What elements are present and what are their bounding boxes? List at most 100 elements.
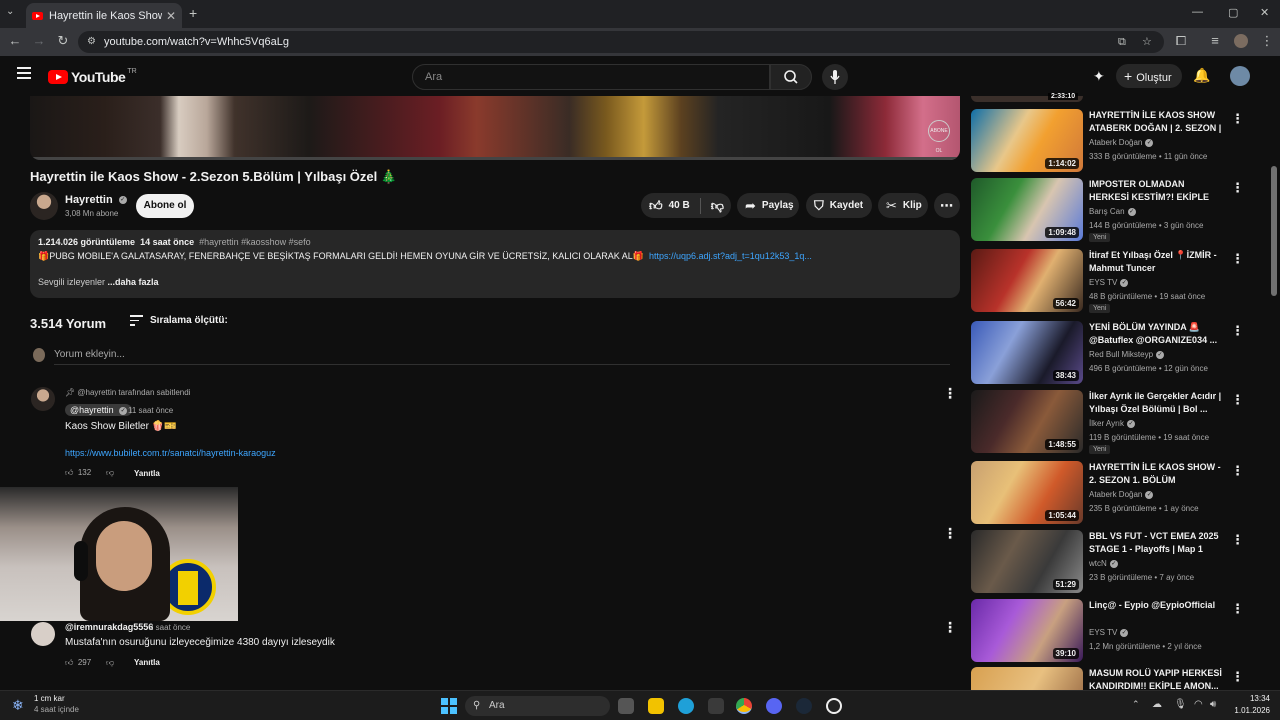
hamburger-menu-icon[interactable] <box>17 67 31 79</box>
video-menu-icon[interactable]: ⋮ <box>1231 669 1244 685</box>
video-thumbnail[interactable]: 1:05:44 <box>971 461 1083 524</box>
recommended-video[interactable]: 51:29 BBL VS FUT - VCT EMEA 2025 STAGE 1… <box>971 530 1255 594</box>
comment-like-button[interactable]: 👍︎ 297 <box>65 658 91 668</box>
notifications-bell-icon[interactable]: 🔔 <box>1193 67 1210 84</box>
comment-link[interactable]: https://www.bubilet.com.tr/sanatci/hayre… <box>65 448 276 458</box>
video-menu-icon[interactable]: ⋮ <box>1231 463 1244 479</box>
channel-name[interactable]: EYS TV ✓ <box>1089 628 1129 637</box>
profile-avatar[interactable] <box>1234 34 1248 48</box>
video-menu-icon[interactable]: ⋮ <box>1231 323 1244 339</box>
video-thumbnail[interactable]: 38:43 <box>971 321 1083 384</box>
recommended-video[interactable]: 1:48:55 İlker Ayrık ile Gerçekler Acıdır… <box>971 390 1255 454</box>
youtube-logo[interactable]: YouTube TR <box>48 68 137 85</box>
video-thumbnail[interactable]: 56:42 <box>971 249 1083 312</box>
file-explorer-icon[interactable] <box>648 698 664 714</box>
video-title[interactable]: HAYRETTİN İLE KAOS SHOW ATABERK DOĞAN | … <box>1089 109 1223 135</box>
video-thumbnail[interactable]: 1:48:55 <box>971 390 1083 453</box>
comment-avatar[interactable] <box>31 622 55 646</box>
windows-start-icon[interactable] <box>441 698 457 714</box>
channel-name[interactable]: Red Bull Mikstеyp ✓ <box>1089 350 1165 359</box>
video-title[interactable]: YENİ BÖLÜM YAYINDA 🚨 @Batuflex @ORGANIZE… <box>1089 321 1223 347</box>
show-more-link[interactable]: ...daha fazla <box>108 277 159 287</box>
edge-icon[interactable] <box>678 698 694 714</box>
video-menu-icon[interactable]: ⋮ <box>1231 180 1244 196</box>
channel-name[interactable]: Ataberk Doğan ✓ <box>1089 490 1154 499</box>
channel-name[interactable]: İlker Ayrık ✓ <box>1089 419 1135 428</box>
player-progress-bar[interactable] <box>30 157 960 160</box>
add-comment-input[interactable]: Yorum ekleyin... <box>54 349 125 360</box>
comment-avatar[interactable] <box>31 387 55 411</box>
channel-name[interactable]: Ataberk Doğan ✓ <box>1089 138 1154 147</box>
video-player[interactable]: ABONE OL <box>30 96 960 160</box>
channel-name[interactable]: Hayrettin ✓ <box>65 194 127 206</box>
recommended-video[interactable]: 39:10 Linç@ - Eypio @EypioOfficial EYS T… <box>971 599 1255 663</box>
share-button[interactable]: ➦ Paylaş <box>737 193 799 218</box>
sort-button[interactable]: Sıralama ölçütü: <box>150 315 228 326</box>
weather-temp[interactable]: 1 cm kar <box>34 694 65 703</box>
close-window-icon[interactable]: ✕ <box>1260 6 1269 19</box>
comment-menu-icon[interactable]: ⋮ <box>943 525 957 542</box>
voice-search-button[interactable] <box>822 64 848 90</box>
show-hidden-icons-icon[interactable]: ⌃ <box>1132 699 1140 710</box>
more-menu-icon[interactable]: ⋮ <box>1258 33 1276 49</box>
tab-list-icon[interactable]: ⌄ <box>6 6 14 17</box>
network-icon[interactable]: ☁ <box>1152 699 1162 710</box>
chrome-icon[interactable] <box>736 698 752 714</box>
taskbar-search[interactable]: ⚲ Ara <box>465 696 610 716</box>
comment-dislike-icon[interactable]: 👎︎ <box>106 658 114 668</box>
bookmark-star-icon[interactable]: ☆ <box>1142 31 1152 53</box>
description-box[interactable]: 1.214.026 görüntüleme 14 saat önce #hayr… <box>30 230 960 298</box>
volume-icon[interactable]: 🔊︎ <box>1210 699 1216 710</box>
channel-avatar[interactable] <box>30 192 58 220</box>
minimize-icon[interactable]: — <box>1192 6 1203 18</box>
gemini-icon[interactable]: ✦ <box>1093 68 1105 85</box>
steam-icon[interactable] <box>796 698 812 714</box>
extensions-icon[interactable]: ⧠ <box>1172 33 1190 49</box>
comment-like-button[interactable]: 👍︎ 132 <box>65 468 91 478</box>
weather-snow-icon[interactable]: ❄ <box>12 697 24 714</box>
site-info-icon[interactable]: ⚙ <box>87 31 96 53</box>
video-title[interactable]: IMPOSTER OLMADAN HERKESİ KESTİM?! EKİPLE… <box>1089 178 1223 204</box>
video-menu-icon[interactable]: ⋮ <box>1231 111 1244 127</box>
account-avatar[interactable] <box>1230 66 1250 86</box>
video-thumbnail[interactable]: 1:09:48 <box>971 178 1083 241</box>
obs-icon[interactable] <box>826 698 842 714</box>
install-app-icon[interactable]: ⧉ <box>1118 31 1126 53</box>
video-thumbnail[interactable]: 51:29 <box>971 530 1083 593</box>
recommended-video[interactable]: 1:09:48 IMPOSTER OLMADAN HERKESİ KESTİM?… <box>971 178 1255 242</box>
channel-name[interactable]: Barış Can ✓ <box>1089 207 1136 216</box>
recommended-video[interactable]: 38:43 YENİ BÖLÜM YAYINDA 🚨 @Batuflex @OR… <box>971 321 1255 385</box>
address-bar[interactable]: ⚙ youtube.com/watch?v=Whhc5Vq6aLg ⧉ ☆ <box>78 31 1164 53</box>
dislike-icon[interactable]: 👎︎ <box>711 193 724 218</box>
video-title[interactable]: MASUM ROLÜ YAPIP HERKESİ KANDIRDIM!! EKİ… <box>1089 667 1223 690</box>
discord-icon[interactable] <box>766 698 782 714</box>
comment-menu-icon[interactable]: ⋮ <box>943 385 957 402</box>
comment-time[interactable]: 2 saat önce <box>149 623 190 632</box>
microphone-tray-icon[interactable]: 🎙︎ <box>1174 699 1187 710</box>
reply-button[interactable]: Yanıtla <box>134 658 160 667</box>
create-button[interactable]: + Oluştur <box>1116 64 1182 88</box>
video-menu-icon[interactable]: ⋮ <box>1231 251 1244 267</box>
clip-button[interactable]: ✂ Klip <box>878 193 928 218</box>
sort-icon[interactable] <box>130 315 143 329</box>
reply-button[interactable]: Yanıtla <box>134 469 160 478</box>
video-title[interactable]: HAYRETTİN İLE KAOS SHOW - 2. SEZON 1. BÖ… <box>1089 461 1223 487</box>
clock-date[interactable]: 1.01.2026 <box>1222 706 1270 715</box>
video-menu-icon[interactable]: ⋮ <box>1231 392 1244 408</box>
comment-menu-icon[interactable]: ⋮ <box>943 619 957 636</box>
search-input[interactable]: Ara <box>412 64 770 90</box>
video-thumbnail[interactable]: 39:10 <box>971 599 1083 662</box>
comment-time[interactable]: 11 saat önce <box>128 406 173 415</box>
video-title[interactable]: İtiraf Et Yılbaşı Özel 📍İZMİR - Mahmut T… <box>1089 249 1223 275</box>
recommended-video[interactable]: 56:42 İtiraf Et Yılbaşı Özel 📍İZMİR - Ma… <box>971 249 1255 313</box>
forward-icon[interactable]: → <box>30 33 48 48</box>
tab-close-icon[interactable]: ✕ <box>166 9 176 23</box>
browser-tab[interactable]: Hayrettin ile Kaos Show - 2.Sez ✕ <box>26 3 182 28</box>
terminal-icon[interactable] <box>708 698 724 714</box>
video-menu-icon[interactable]: ⋮ <box>1231 532 1244 548</box>
video-menu-icon[interactable]: ⋮ <box>1231 601 1244 617</box>
save-button[interactable]: ⛉ Kaydet <box>806 193 872 218</box>
recommended-video[interactable]: MASUM ROLÜ YAPIP HERKESİ KANDIRDIM!! EKİ… <box>971 667 1255 690</box>
back-icon[interactable]: ← <box>6 33 24 48</box>
description-link[interactable]: https://uqp6.adj.st?adj_t=1qu12k53_1q... <box>649 251 812 261</box>
